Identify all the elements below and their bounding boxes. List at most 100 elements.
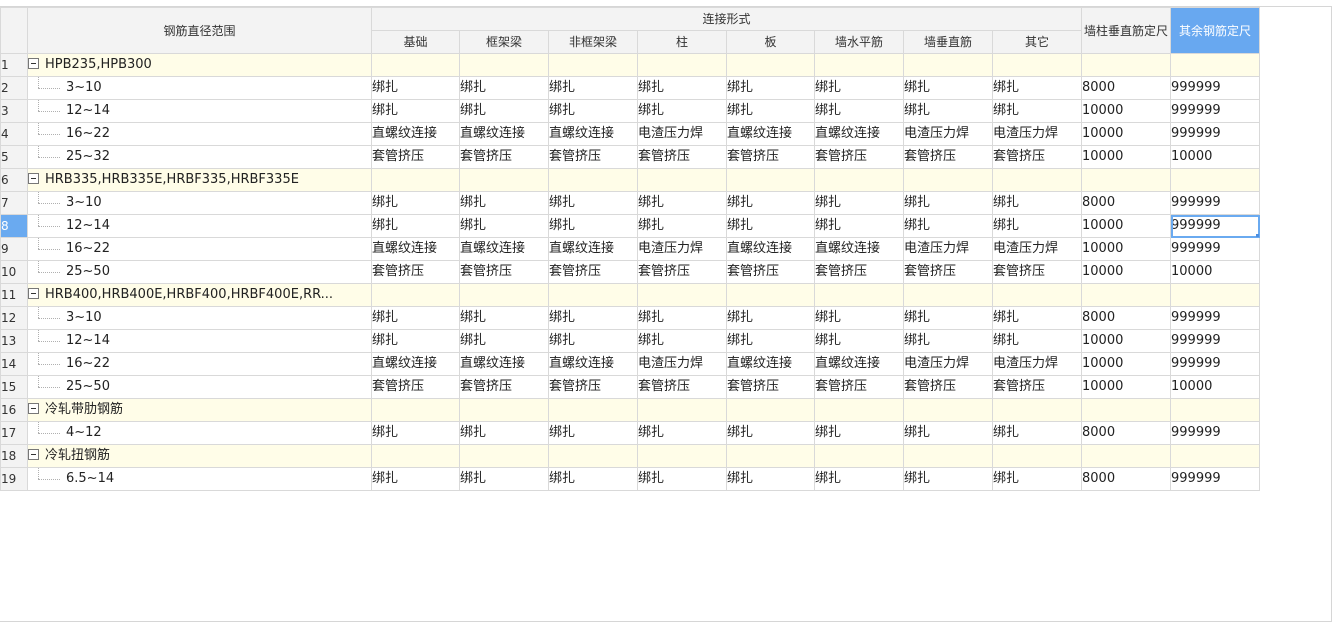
header-conn-non-frame-beam[interactable]: 非框架梁 (548, 30, 638, 54)
connection-type-cell[interactable]: 套管挤压 (637, 145, 727, 169)
connection-type-cell[interactable]: 绑扎 (992, 329, 1082, 353)
group-empty-cell[interactable] (548, 53, 638, 77)
other-rebar-length-cell[interactable]: 999999 (1170, 76, 1260, 100)
header-conn-wall-vertical[interactable]: 墙垂直筋 (903, 30, 993, 54)
connection-type-cell[interactable]: 电渣压力焊 (903, 237, 993, 261)
group-empty-cell[interactable] (548, 444, 638, 468)
connection-type-cell[interactable]: 绑扎 (814, 467, 904, 491)
collapse-minus-icon[interactable] (28, 403, 39, 414)
connection-type-cell[interactable]: 套管挤压 (459, 145, 549, 169)
wall-column-length-cell[interactable]: 10000 (1081, 352, 1171, 376)
wall-column-length-cell[interactable]: 8000 (1081, 467, 1171, 491)
wall-column-length-cell[interactable]: 10000 (1081, 145, 1171, 169)
connection-type-cell[interactable]: 套管挤压 (992, 145, 1082, 169)
connection-type-cell[interactable]: 绑扎 (726, 467, 815, 491)
table-row[interactable]: 7 3~10 绑扎 绑扎 绑扎 绑扎 绑扎 绑扎 绑扎 绑扎 8000 999999 (0, 191, 1260, 215)
connection-type-cell[interactable]: 绑扎 (637, 76, 727, 100)
group-empty-cell[interactable] (637, 168, 727, 192)
row-number[interactable]: 14 (0, 352, 28, 376)
connection-type-cell[interactable]: 绑扎 (637, 191, 727, 215)
connection-type-cell[interactable]: 绑扎 (903, 329, 993, 353)
group-empty-cell[interactable] (637, 444, 727, 468)
group-empty-cell[interactable] (726, 283, 815, 307)
connection-type-cell[interactable]: 套管挤压 (459, 375, 549, 399)
connection-type-cell[interactable]: 绑扎 (548, 76, 638, 100)
header-conn-column[interactable]: 柱 (637, 30, 727, 54)
diameter-range-cell[interactable]: 25~50 (27, 375, 372, 399)
row-number[interactable]: 9 (0, 237, 28, 261)
connection-type-cell[interactable]: 绑扎 (903, 306, 993, 330)
connection-type-cell[interactable]: 绑扎 (548, 191, 638, 215)
connection-type-cell[interactable]: 绑扎 (903, 214, 993, 238)
connection-type-cell[interactable]: 绑扎 (548, 467, 638, 491)
row-number[interactable]: 5 (0, 145, 28, 169)
group-empty-cell[interactable] (459, 283, 549, 307)
group-empty-cell[interactable] (1081, 168, 1171, 192)
row-number[interactable]: 7 (0, 191, 28, 215)
group-name-cell[interactable]: 冷轧扭钢筋 (27, 444, 372, 468)
connection-type-cell[interactable]: 套管挤压 (726, 145, 815, 169)
connection-type-cell[interactable]: 绑扎 (637, 421, 727, 445)
group-empty-cell[interactable] (814, 398, 904, 422)
other-rebar-length-cell[interactable]: 999999 (1170, 329, 1260, 353)
group-empty-cell[interactable] (814, 444, 904, 468)
connection-type-cell[interactable]: 电渣压力焊 (637, 122, 727, 146)
group-empty-cell[interactable] (1081, 444, 1171, 468)
row-number[interactable]: 13 (0, 329, 28, 353)
group-empty-cell[interactable] (992, 53, 1082, 77)
group-empty-cell[interactable] (726, 53, 815, 77)
connection-type-cell[interactable]: 绑扎 (726, 214, 815, 238)
group-empty-cell[interactable] (1170, 283, 1260, 307)
group-empty-cell[interactable] (1081, 398, 1171, 422)
diameter-range-cell[interactable]: 12~14 (27, 329, 372, 353)
connection-type-cell[interactable]: 直螺纹连接 (548, 122, 638, 146)
connection-type-cell[interactable]: 直螺纹连接 (548, 352, 638, 376)
group-empty-cell[interactable] (1170, 444, 1260, 468)
diameter-range-cell[interactable]: 16~22 (27, 122, 372, 146)
connection-type-cell[interactable]: 套管挤压 (637, 260, 727, 284)
other-rebar-length-cell[interactable]: 10000 (1170, 145, 1260, 169)
connection-type-cell[interactable]: 直螺纹连接 (814, 352, 904, 376)
collapse-minus-icon[interactable] (28, 58, 39, 69)
connection-type-cell[interactable]: 绑扎 (637, 306, 727, 330)
connection-type-cell[interactable]: 绑扎 (903, 99, 993, 123)
connection-type-cell[interactable]: 套管挤压 (992, 375, 1082, 399)
other-rebar-length-cell[interactable]: 10000 (1170, 375, 1260, 399)
connection-type-cell[interactable]: 套管挤压 (903, 145, 993, 169)
group-empty-cell[interactable] (637, 53, 727, 77)
connection-type-cell[interactable]: 绑扎 (371, 467, 460, 491)
connection-type-cell[interactable]: 绑扎 (371, 191, 460, 215)
connection-type-cell[interactable]: 绑扎 (814, 214, 904, 238)
table-row[interactable]: 8 12~14 绑扎 绑扎 绑扎 绑扎 绑扎 绑扎 绑扎 绑扎 10000 999999 (0, 214, 1260, 238)
connection-type-cell[interactable]: 绑扎 (371, 329, 460, 353)
connection-type-cell[interactable]: 套管挤压 (814, 375, 904, 399)
group-empty-cell[interactable] (371, 283, 460, 307)
connection-type-cell[interactable]: 绑扎 (992, 76, 1082, 100)
group-empty-cell[interactable] (726, 168, 815, 192)
row-number[interactable]: 8 (0, 214, 28, 238)
diameter-range-cell[interactable]: 3~10 (27, 191, 372, 215)
connection-type-cell[interactable]: 套管挤压 (814, 260, 904, 284)
group-empty-cell[interactable] (903, 398, 993, 422)
other-rebar-length-cell[interactable]: 999999 (1170, 306, 1260, 330)
wall-column-length-cell[interactable]: 8000 (1081, 191, 1171, 215)
connection-type-cell[interactable]: 绑扎 (992, 421, 1082, 445)
row-number[interactable]: 18 (0, 444, 28, 468)
group-empty-cell[interactable] (459, 444, 549, 468)
connection-type-cell[interactable]: 直螺纹连接 (726, 122, 815, 146)
other-rebar-length-cell[interactable]: 999999 (1170, 191, 1260, 215)
group-empty-cell[interactable] (459, 168, 549, 192)
group-empty-cell[interactable] (726, 444, 815, 468)
group-empty-cell[interactable] (459, 53, 549, 77)
connection-type-cell[interactable]: 绑扎 (637, 214, 727, 238)
group-row[interactable]: 16 冷轧带肋钢筋 (0, 398, 1260, 422)
group-empty-cell[interactable] (371, 398, 460, 422)
row-number[interactable]: 12 (0, 306, 28, 330)
other-rebar-length-cell[interactable]: 999999 (1170, 214, 1260, 238)
group-name-cell[interactable]: HRB400,HRB400E,HRBF400,HRBF400E,RR... (27, 283, 372, 307)
header-conn-wall-horizontal[interactable]: 墙水平筋 (814, 30, 904, 54)
table-row[interactable]: 5 25~32 套管挤压 套管挤压 套管挤压 套管挤压 套管挤压 套管挤压 套管挤压 套管挤压 10… (0, 145, 1260, 169)
group-row[interactable]: 1 HPB235,HPB300 (0, 53, 1260, 77)
connection-type-cell[interactable]: 直螺纹连接 (371, 352, 460, 376)
row-number[interactable]: 15 (0, 375, 28, 399)
